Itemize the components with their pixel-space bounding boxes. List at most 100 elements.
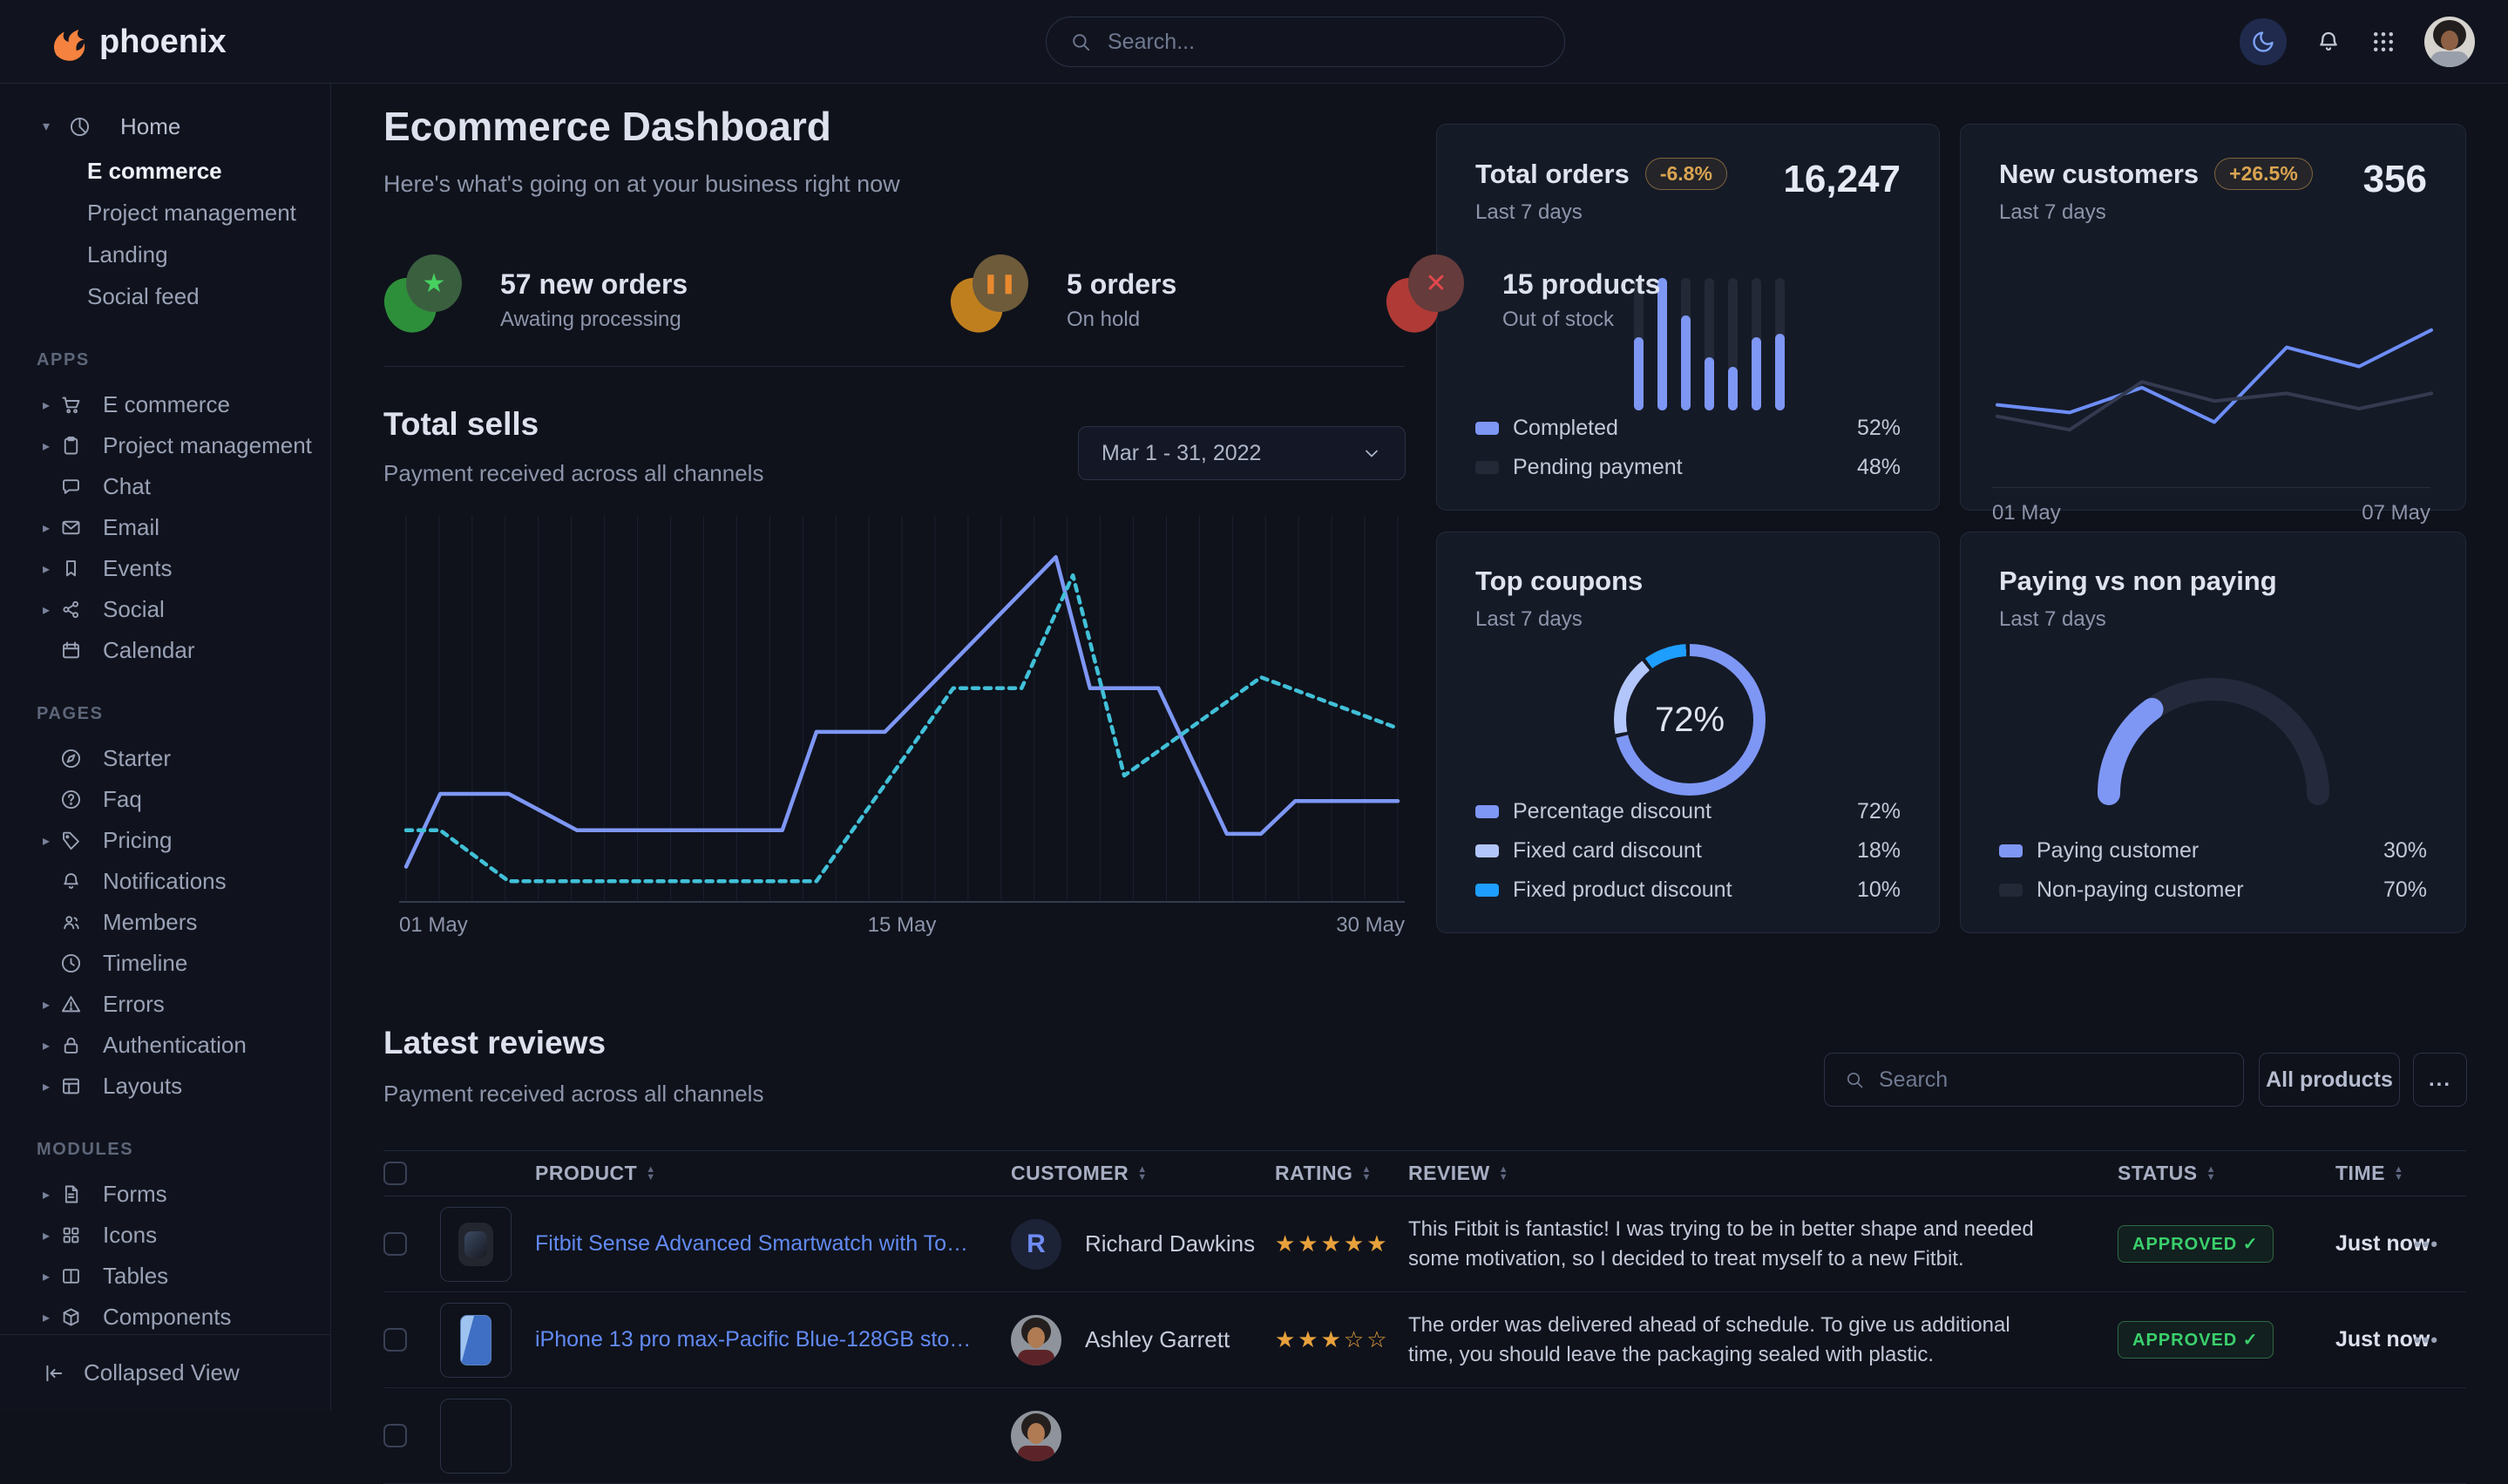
table-icon [58,1264,84,1288]
navbar-actions [2240,0,2475,84]
legend-swatch [1999,884,2023,897]
global-search[interactable] [1046,17,1565,67]
sidebar-item-chat[interactable]: Chat [0,466,330,507]
sidebar-subitem-landing[interactable]: Landing [0,234,330,275]
iphone-image [460,1315,491,1365]
sidebar-item-label: Timeline [103,950,187,977]
sidebar-item-members[interactable]: Members [0,902,330,943]
x-tick: 15 May [868,913,937,938]
stat-2: ❚❚5 ordersOn hold [950,254,1176,345]
profile-avatar[interactable] [2424,17,2475,67]
legend-value: 30% [2383,838,2427,864]
table-header-row: PRODUCT▲▼CUSTOMER▲▼RATING▲▼REVIEW▲▼STATU… [383,1150,2466,1196]
sidebar-item-icons[interactable]: ▸Icons [0,1215,330,1256]
bar-track [1681,278,1691,410]
sidebar-item-forms[interactable]: ▸Forms [0,1174,330,1215]
legend-label: Completed [1513,416,1843,441]
bookmark-icon [58,557,84,580]
avatar-cell [1011,1315,1085,1365]
all-products-button[interactable]: All products [2259,1053,2400,1107]
collapsed-view-toggle[interactable]: Collapsed View [0,1334,330,1411]
sidebar-item-starter[interactable]: Starter [0,738,330,779]
sidebar-item-layouts[interactable]: ▸Layouts [0,1066,330,1107]
legend-row: Completed52% [1475,416,1901,441]
dark-mode-toggle[interactable] [2240,18,2287,65]
card-caption: Last 7 days [1475,607,1901,632]
search-icon [1069,30,1092,53]
clock-icon [58,952,84,975]
sidebar-subitem-project-management[interactable]: Project management [0,192,330,234]
row-more-button[interactable]: ••• [2414,1329,2439,1351]
column-header-rating[interactable]: RATING▲▼ [1275,1162,1408,1185]
notifications-button[interactable] [2315,28,2342,56]
sidebar-item-authentication[interactable]: ▸Authentication [0,1025,330,1066]
sidebar-item-email[interactable]: ▸Email [0,507,330,548]
reviews-search-input[interactable] [1879,1067,2224,1093]
collapse-left-icon [42,1361,66,1386]
product-thumb-cell [440,1303,535,1378]
legend-label: Pending payment [1513,455,1843,480]
stat-value: 57 new orders [500,268,688,301]
product-link[interactable]: Fitbit Sense Advanced Smartwatch with To… [535,1231,975,1257]
total-sells-subtitle: Payment received across all channels [383,460,763,487]
column-header-review[interactable]: REVIEW▲▼ [1408,1162,2091,1185]
stat-text: 57 new orders Awating processing [500,268,688,332]
row-checkbox-cell [383,1232,440,1256]
sidebar-subitem-social-feed[interactable]: Social feed [0,275,330,317]
table-row: Fitbit Sense Advanced Smartwatch with To… [383,1196,2466,1292]
sidebar-item-pricing[interactable]: ▸Pricing [0,820,330,861]
sidebar-item-faq[interactable]: Faq [0,779,330,820]
sidebar-item-errors[interactable]: ▸Errors [0,984,330,1025]
reviews-subtitle: Payment received across all channels [383,1081,763,1108]
sidebar-item-notifications[interactable]: Notifications [0,861,330,902]
sidebar-item-social[interactable]: ▸Social [0,589,330,630]
sort-icon: ▲▼ [1499,1166,1508,1182]
sidebar-item-calendar[interactable]: Calendar [0,630,330,671]
product-link[interactable]: iPhone 13 pro max-Pacific Blue-128GB sto… [535,1327,975,1352]
sidebar-item-e-commerce[interactable]: ▸E commerce [0,384,330,425]
column-header-customer[interactable]: CUSTOMER▲▼ [1011,1162,1275,1185]
sidebar-item-timeline[interactable]: Timeline [0,943,330,984]
star-blob-icon: ★ [383,254,471,345]
status-cell: APPROVED ✓ [2091,1321,2309,1359]
column-header-time[interactable]: TIME▲▼ [2309,1162,2414,1185]
legend-value: 18% [1857,838,1901,864]
sidebar-item-events[interactable]: ▸Events [0,548,330,589]
row-checkbox[interactable] [383,1232,407,1256]
search-input[interactable] [1108,30,1542,55]
sidebar-item-components[interactable]: ▸Components [0,1297,330,1338]
new-customers-chart [1992,255,2437,473]
app-launcher-button[interactable] [2370,29,2396,55]
sidebar-item-tables[interactable]: ▸Tables [0,1256,330,1297]
column-header-product[interactable]: PRODUCT▲▼ [535,1162,1011,1185]
paying-legend: Paying customer30%Non-paying customer70% [1999,824,2427,903]
share-icon [58,598,84,621]
card-title: New customers [1999,159,2199,190]
product-thumb-cell [440,1399,535,1474]
reviews-more-button[interactable]: ... [2413,1053,2467,1107]
review-text: This Fitbit is fantastic! I was trying t… [1408,1215,2053,1274]
sidebar-subitem-e-commerce[interactable]: E commerce [0,150,330,192]
sidebar-item-home[interactable]: ▾Home [0,103,330,150]
sort-icon: ▲▼ [1361,1166,1371,1182]
sidebar-item-label: E commerce [103,391,230,418]
sidebar-item-label: Icons [103,1222,157,1249]
stat-caption: Awating processing [500,308,688,332]
card-title: Total orders [1475,159,1630,190]
top-coupons-card: Top coupons Last 7 days 72% Percentage d… [1436,532,1940,933]
column-header-status[interactable]: STATUS▲▼ [2091,1162,2309,1185]
reviews-table: PRODUCT▲▼CUSTOMER▲▼RATING▲▼REVIEW▲▼STATU… [383,1150,2466,1484]
row-checkbox[interactable] [383,1424,407,1447]
select-all-checkbox[interactable] [383,1162,407,1185]
row-checkbox[interactable] [383,1328,407,1352]
row-more-button[interactable]: ••• [2414,1233,2439,1255]
sidebar-item-project-management[interactable]: ▸Project management [0,425,330,466]
lock-icon [58,1033,84,1057]
bar-fill [1752,337,1761,410]
chevron-down-icon [1361,443,1382,464]
reviews-search[interactable] [1824,1053,2244,1107]
avatar-face [1027,1423,1045,1444]
chart-axis-line [1992,487,2430,488]
date-range-select[interactable]: Mar 1 - 31, 2022 [1078,426,1406,480]
brand-logo[interactable]: phoenix [45,0,227,84]
